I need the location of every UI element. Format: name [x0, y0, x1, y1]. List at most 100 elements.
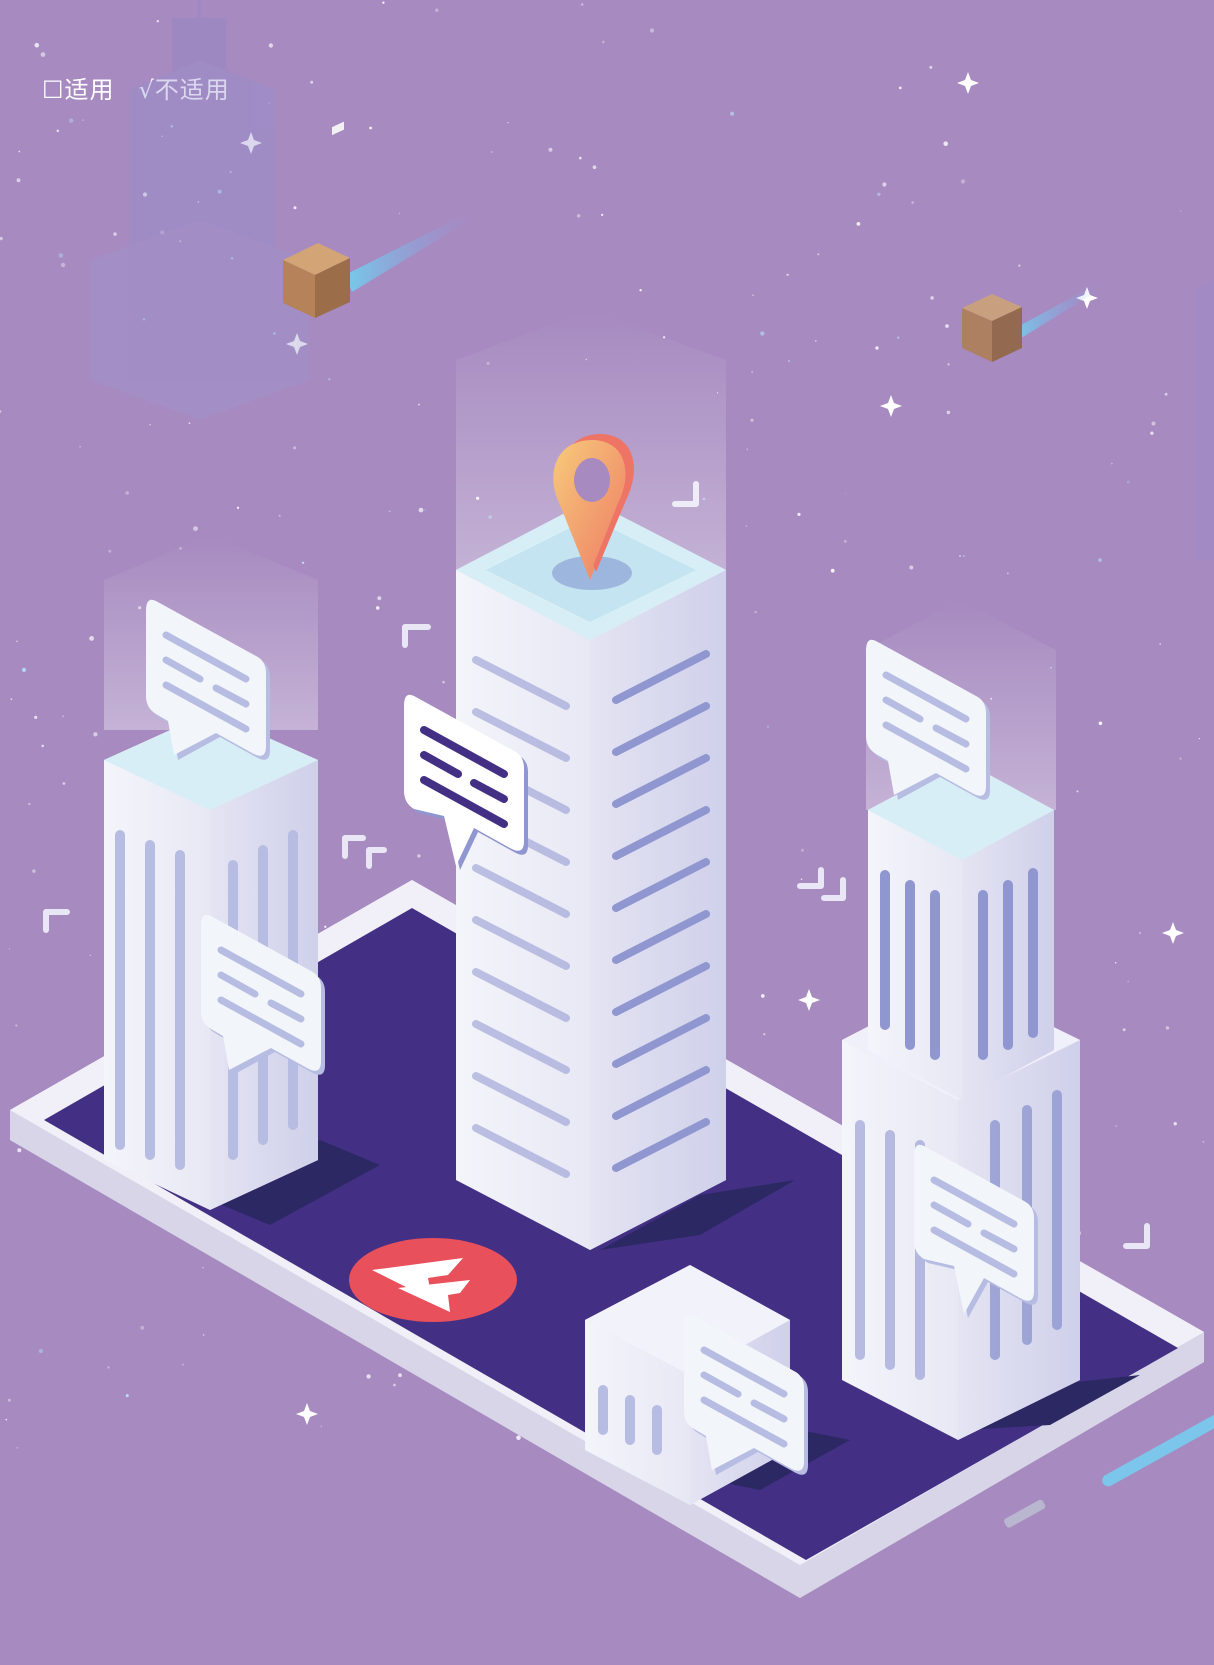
star-dot — [579, 156, 582, 160]
star-dot — [140, 1325, 145, 1330]
star-dot — [182, 1363, 185, 1366]
star-dot — [797, 512, 801, 517]
star-dot — [800, 848, 804, 852]
star-dot — [149, 424, 151, 426]
star-dot — [418, 507, 424, 513]
star-dot — [377, 596, 382, 601]
star-dot — [0, 410, 2, 413]
star-dot — [113, 232, 117, 236]
star-dot — [56, 129, 60, 133]
star-dot — [752, 294, 754, 297]
star-dot — [7, 1398, 11, 1402]
star-dot — [328, 378, 331, 381]
star-dot — [108, 549, 112, 553]
star-dot — [1198, 738, 1200, 740]
star-dot — [763, 1033, 766, 1036]
star-dot — [830, 568, 835, 573]
star-dot — [435, 8, 439, 12]
star-dot — [745, 525, 748, 527]
star-dot — [1127, 980, 1130, 983]
star-dot — [398, 1373, 402, 1378]
star-dot — [947, 363, 950, 366]
star-dot — [15, 1024, 18, 1027]
star-dot — [1110, 462, 1113, 465]
star-dot — [293, 206, 297, 210]
star-dot — [1165, 1026, 1170, 1030]
star-dot — [877, 192, 881, 196]
star-dot — [580, 3, 584, 6]
star-dot — [962, 554, 966, 558]
star-dot — [10, 698, 13, 701]
star-dot — [417, 403, 420, 406]
star-dot — [38, 1348, 44, 1354]
star-dot — [601, 40, 605, 44]
star-dot — [320, 1425, 322, 1428]
star-dot — [945, 324, 949, 328]
star-dot — [1018, 264, 1021, 267]
star-dot — [18, 150, 21, 153]
star-dot — [786, 273, 789, 276]
star-dot — [788, 360, 790, 363]
star-dot — [817, 253, 820, 256]
star-dot — [1139, 932, 1141, 934]
star-dot — [125, 491, 129, 495]
star-dot — [1179, 210, 1182, 212]
star-dot — [576, 214, 581, 218]
star-dot — [442, 680, 445, 684]
star-dot — [800, 878, 803, 880]
star-dot — [1127, 480, 1130, 484]
star-dot — [639, 289, 642, 292]
star-dot — [21, 667, 27, 673]
flying-package-left — [283, 121, 470, 318]
star-dot — [760, 331, 765, 336]
star-dot — [156, 20, 159, 23]
star-dot — [898, 86, 902, 90]
star-dot — [424, 509, 426, 511]
star-dot — [911, 201, 914, 204]
star-dot — [750, 418, 754, 422]
sparkle-star — [798, 989, 820, 1011]
star-dot — [58, 253, 64, 258]
star-dot — [516, 1435, 521, 1440]
star-dot — [417, 854, 421, 858]
star-dot — [236, 506, 240, 509]
star-dot — [943, 141, 948, 146]
star-dot — [278, 514, 281, 517]
star-dot — [844, 492, 847, 494]
star-dot — [382, 1, 385, 4]
star-dot — [1098, 558, 1102, 562]
star-dot — [507, 122, 509, 124]
star-dot — [40, 52, 46, 57]
star-dot — [754, 611, 757, 614]
star-dot — [202, 1267, 204, 1269]
star-dot — [730, 111, 735, 116]
star-dot — [34, 715, 38, 720]
star-dot — [959, 555, 961, 557]
sparkle-star — [1162, 922, 1184, 944]
sparkle-star — [296, 1403, 318, 1425]
star-dot — [324, 925, 327, 928]
star-dot — [548, 147, 553, 152]
star-dot — [1076, 790, 1079, 793]
star-dot — [268, 43, 274, 48]
star-dot — [814, 340, 817, 342]
flying-package-right — [962, 282, 1100, 362]
star-dot — [34, 42, 40, 48]
star-dot — [60, 262, 66, 268]
star-dot — [843, 540, 847, 543]
star-dot — [751, 371, 753, 374]
star-dot — [490, 151, 493, 153]
star-dot — [761, 994, 765, 998]
star-dot — [601, 213, 604, 216]
app-logo-icon — [349, 1238, 517, 1322]
star-dot — [1164, 392, 1168, 396]
star-dot — [930, 296, 934, 300]
star-dot — [188, 422, 191, 425]
star-dot — [1114, 962, 1117, 964]
star-dot — [746, 448, 748, 450]
star-dot — [369, 126, 372, 130]
star-dot — [649, 28, 655, 33]
star-dot — [8, 948, 10, 950]
star-dot — [0, 236, 3, 241]
star-dot — [909, 565, 914, 570]
